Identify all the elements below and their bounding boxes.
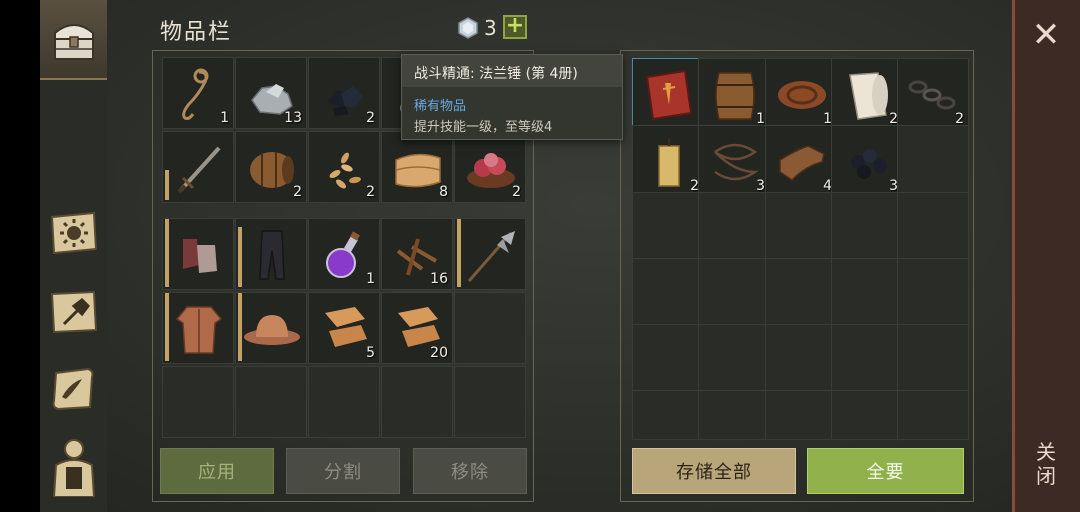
quest-scroll-icon[interactable] — [47, 362, 101, 416]
inventory-slot[interactable]: 8 — [381, 131, 453, 203]
inventory-slot[interactable]: 2 — [454, 131, 526, 203]
gem-icon — [458, 17, 478, 39]
storage-slot[interactable] — [632, 192, 704, 264]
inventory-slot[interactable]: 20 — [381, 292, 453, 364]
storage-slot[interactable] — [765, 390, 837, 440]
close-icon[interactable]: ✕ — [1028, 18, 1064, 54]
remove-button[interactable]: 移除 — [413, 448, 527, 494]
item-tooltip: 战斗精通: 法兰锤 (第 4册) 稀有物品 提升技能一级，至等级4 — [401, 54, 623, 140]
inventory-slot[interactable]: 5 — [308, 292, 380, 364]
inventory-slot[interactable] — [162, 218, 234, 290]
storage-slot[interactable] — [897, 258, 969, 330]
item-count: 1 — [220, 110, 229, 126]
halberd-icon — [467, 231, 515, 282]
gem-count: 3 — [484, 16, 497, 40]
item-count: 5 — [366, 345, 375, 361]
item-count: 2 — [366, 110, 375, 126]
storage-slot[interactable] — [632, 324, 704, 396]
inventory-slot[interactable]: 13 — [235, 57, 307, 129]
helmet-icon — [244, 315, 300, 345]
split-button[interactable]: 分割 — [286, 448, 400, 494]
storage-slot[interactable] — [632, 258, 704, 330]
item-count: 1 — [366, 271, 375, 287]
storage-slot[interactable] — [698, 192, 770, 264]
inventory-slot[interactable]: 2 — [308, 131, 380, 203]
inventory-slot[interactable] — [235, 218, 307, 290]
storage-slot[interactable]: 2 — [831, 58, 903, 130]
storage-slot[interactable] — [831, 192, 903, 264]
game-screen: 物品栏 3 + 1 13 2 2 2 8 2 1 16 5 20 应用 分割 移… — [0, 0, 1080, 512]
storage-slot[interactable] — [831, 390, 903, 440]
inventory-slot[interactable]: 2 — [308, 57, 380, 129]
storage-slot[interactable] — [897, 324, 969, 396]
inventory-slot[interactable] — [308, 366, 380, 438]
sword-icon — [177, 146, 221, 194]
storage-slot[interactable] — [897, 125, 969, 197]
storage-slot[interactable] — [765, 258, 837, 330]
chest-icon[interactable] — [47, 12, 101, 66]
item-count: 8 — [439, 184, 448, 200]
inventory-slot[interactable]: 2 — [235, 131, 307, 203]
inventory-slot[interactable] — [235, 366, 307, 438]
inventory-slot[interactable]: 1 — [162, 57, 234, 129]
storage-slot[interactable]: 3 — [698, 125, 770, 197]
armor-icon — [175, 306, 223, 354]
item-count: 20 — [430, 345, 448, 361]
inventory-slot[interactable] — [162, 366, 234, 438]
storage-slot[interactable]: 4 — [765, 125, 837, 197]
storage-slot[interactable]: 2 — [632, 125, 704, 197]
inventory-slot[interactable]: 16 — [381, 218, 453, 290]
inventory-slot[interactable] — [381, 366, 453, 438]
item-count: 2 — [366, 184, 375, 200]
storage-slot[interactable] — [765, 192, 837, 264]
storage-slot[interactable]: 1 — [765, 58, 837, 130]
storage-slot[interactable]: 2 — [897, 58, 969, 130]
crafting-sun-icon[interactable] — [47, 206, 101, 260]
item-count: 2 — [512, 184, 521, 200]
build-hammer-icon[interactable] — [47, 285, 101, 339]
character-backpack-icon[interactable] — [47, 439, 101, 497]
inventory-slot[interactable] — [162, 292, 234, 364]
tooltip-title: 战斗精通: 法兰锤 (第 4册) — [414, 66, 578, 82]
close-strip[interactable] — [1012, 0, 1080, 512]
inventory-slot[interactable] — [162, 131, 234, 203]
tooltip-description: 提升技能一级，至等级4 — [414, 120, 553, 135]
take-all-button[interactable]: 全要 — [807, 448, 964, 494]
storage-slot-selected[interactable] — [632, 58, 704, 130]
close-vertical-label[interactable]: 关闭 — [1034, 440, 1058, 488]
item-count: 16 — [430, 271, 448, 287]
storage-slot[interactable] — [897, 390, 969, 440]
gloves-icon — [183, 239, 217, 273]
storage-slot[interactable]: 1 — [698, 58, 770, 130]
apply-button[interactable]: 应用 — [160, 448, 274, 494]
red-book-icon — [645, 69, 693, 121]
pants-icon — [259, 230, 285, 280]
buy-gems-button[interactable]: + — [503, 15, 527, 39]
storage-slot[interactable] — [831, 324, 903, 396]
storage-slot[interactable] — [897, 192, 969, 264]
storage-slot[interactable]: 3 — [831, 125, 903, 197]
item-count: 13 — [284, 110, 302, 126]
storage-slot[interactable] — [698, 390, 770, 440]
inventory-slot[interactable]: 1 — [308, 218, 380, 290]
inventory-slot[interactable] — [454, 292, 526, 364]
inventory-slot[interactable] — [235, 292, 307, 364]
store-all-button[interactable]: 存储全部 — [632, 448, 796, 494]
storage-slot[interactable] — [632, 390, 704, 440]
storage-slot[interactable] — [698, 324, 770, 396]
item-count: 2 — [293, 184, 302, 200]
storage-slot[interactable] — [831, 258, 903, 330]
inventory-slot[interactable] — [454, 366, 526, 438]
left-letterbox — [0, 0, 40, 512]
storage-slot[interactable] — [765, 324, 837, 396]
inventory-slot[interactable] — [454, 218, 526, 290]
inventory-title: 物品栏 — [160, 20, 233, 45]
storage-slot[interactable] — [698, 258, 770, 330]
tooltip-rarity: 稀有物品 — [414, 99, 467, 114]
